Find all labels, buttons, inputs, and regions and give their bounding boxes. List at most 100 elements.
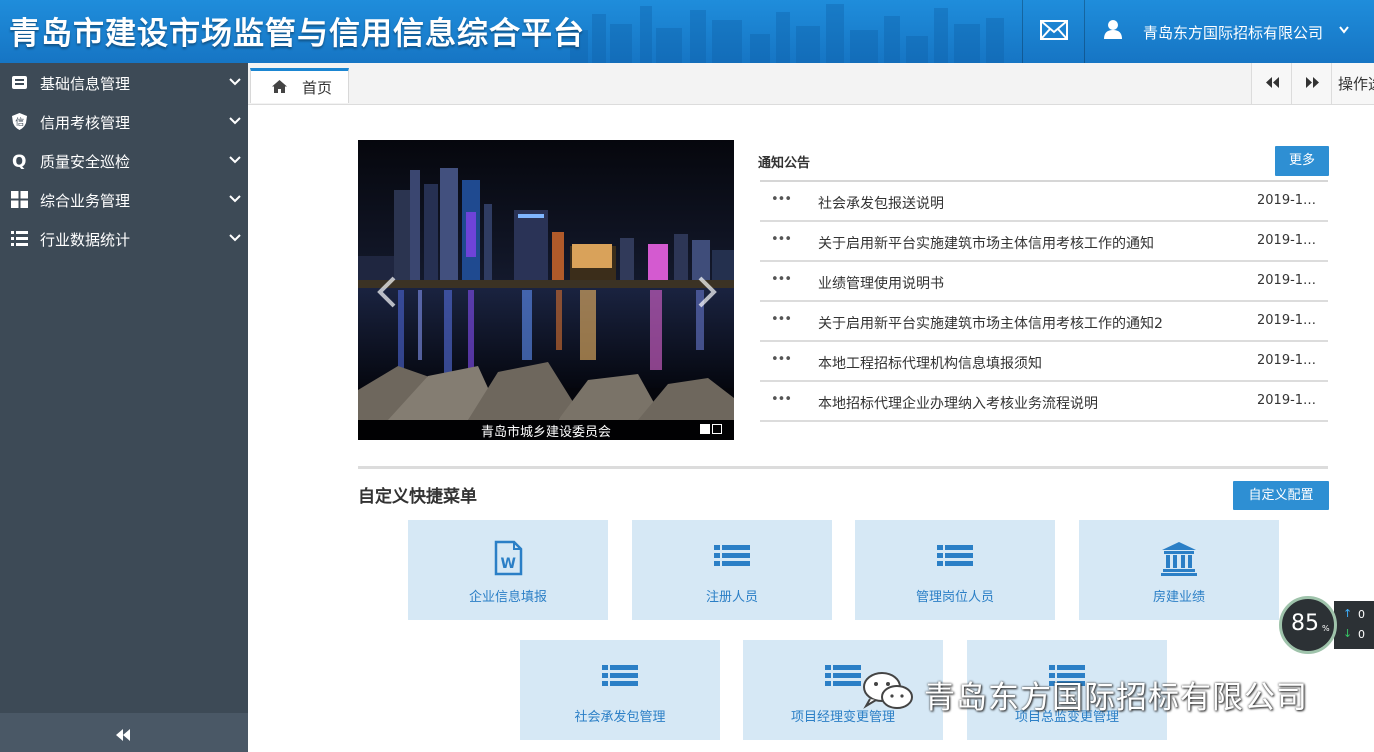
tile-label: 企业信息填报 xyxy=(468,590,547,605)
shortcut-tile-registered-staff[interactable]: 注册人员 xyxy=(632,520,832,620)
sidebar: 基础信息管理 信 信用考核管理 Q 质量安全巡检 综合业务管理 行业数据统计 xyxy=(0,63,248,752)
arrow-down-icon: ↓ xyxy=(1343,627,1353,640)
sidebar-item-label: 信用考核管理 xyxy=(40,114,131,132)
list-icon xyxy=(714,545,750,566)
shortcut-tile-management-staff[interactable]: 管理岗位人员 xyxy=(855,520,1055,620)
sidebar-item-quality[interactable]: Q 质量安全巡检 xyxy=(0,141,248,180)
chevron-down-icon xyxy=(229,195,241,203)
section-divider xyxy=(358,466,1328,469)
chevron-left-icon[interactable] xyxy=(376,275,398,309)
chevron-down-icon xyxy=(229,234,241,242)
network-speed-panel: ↑ 0 ↓ 0 xyxy=(1334,601,1374,649)
shortcut-tile-housing-performance[interactable]: 房建业绩 xyxy=(1079,520,1279,620)
notice-date: 2019-1… xyxy=(1257,273,1317,288)
tile-label: 房建业绩 xyxy=(1152,590,1205,605)
list-item[interactable]: ••• 关于启用新平台实施建筑市场主体信用考核工作的通知2 2019-1… xyxy=(760,302,1328,342)
image-carousel[interactable]: 青岛市城乡建设委员会 xyxy=(358,140,734,440)
watermark-text: 青岛东方国际招标有限公司 xyxy=(924,680,1308,716)
notice-date: 2019-1… xyxy=(1257,313,1317,328)
sidebar-item-basic-info[interactable]: 基础信息管理 xyxy=(0,63,248,102)
chevron-down-icon xyxy=(229,78,241,86)
sidebar-item-business[interactable]: 综合业务管理 xyxy=(0,180,248,219)
list-icon xyxy=(937,545,973,566)
chevron-down-icon xyxy=(229,156,241,164)
tab-home-label: 首页 xyxy=(302,79,333,97)
svg-text:信: 信 xyxy=(15,116,24,128)
notice-title[interactable]: 关于启用新平台实施建筑市场主体信用考核工作的通知2 xyxy=(818,313,1163,333)
list-icon xyxy=(602,665,638,686)
user-icon[interactable] xyxy=(1103,19,1123,39)
list-item[interactable]: ••• 本地工程招标代理机构信息填报须知 2019-1… xyxy=(760,342,1328,382)
shortcut-tile-subcontract[interactable]: 社会承发包管理 xyxy=(520,640,720,740)
dots-icon: ••• xyxy=(771,392,792,407)
notice-title[interactable]: 本地工程招标代理机构信息填报须知 xyxy=(818,353,1042,373)
chevron-down-icon[interactable] xyxy=(1339,26,1349,34)
header-divider xyxy=(1022,0,1023,63)
notice-title[interactable]: 业绩管理使用说明书 xyxy=(818,273,944,293)
carousel-caption: 青岛市城乡建设委员会 xyxy=(480,425,611,440)
bank-building-icon xyxy=(1161,542,1197,576)
sidebar-item-label: 基础信息管理 xyxy=(40,75,131,93)
sidebar-item-statistics[interactable]: 行业数据统计 xyxy=(0,219,248,258)
dots-icon: ••• xyxy=(771,312,792,327)
skyline-decoration xyxy=(570,4,1004,63)
platform-title: 青岛市建设市场监管与信用信息综合平台 xyxy=(9,16,585,52)
home-icon xyxy=(272,80,287,93)
carousel-indicator-active[interactable] xyxy=(700,424,710,434)
upload-speed: 0 xyxy=(1358,608,1365,621)
company-name[interactable]: 青岛东方国际招标有限公司 xyxy=(1143,22,1323,43)
list-item[interactable]: ••• 社会承发包报送说明 2019-1… xyxy=(760,182,1328,222)
tab-scroll-left-button[interactable] xyxy=(1251,63,1291,104)
list-item[interactable]: ••• 关于启用新平台实施建筑市场主体信用考核工作的通知 2019-1… xyxy=(760,222,1328,262)
more-button[interactable]: 更多 xyxy=(1275,146,1329,176)
notice-title[interactable]: 社会承发包报送说明 xyxy=(818,193,944,213)
backward-icon xyxy=(1266,77,1279,88)
notice-section-title: 通知公告 xyxy=(758,156,811,171)
tab-operations-label[interactable]: 操作选 xyxy=(1338,73,1374,94)
wechat-watermark: 青岛东方国际招标有限公司 xyxy=(860,668,1340,716)
svg-text:Q: Q xyxy=(12,152,26,169)
gauge-unit: % xyxy=(1322,624,1330,633)
download-speed: 0 xyxy=(1358,628,1365,641)
forward-icon xyxy=(1306,77,1319,88)
tab-scroll-right-button[interactable] xyxy=(1291,63,1331,104)
city-night-photo xyxy=(358,140,734,420)
mail-icon[interactable] xyxy=(1040,20,1068,40)
tab-bar xyxy=(248,63,1374,105)
word-doc-icon: W xyxy=(494,540,523,576)
notice-date: 2019-1… xyxy=(1257,353,1317,368)
notice-date: 2019-1… xyxy=(1257,233,1317,248)
card-icon xyxy=(12,76,27,89)
list-icon xyxy=(11,231,28,246)
tile-label: 社会承发包管理 xyxy=(574,710,666,725)
customize-config-button[interactable]: 自定义配置 xyxy=(1233,481,1329,510)
notice-title[interactable]: 本地招标代理企业办理纳入考核业务流程说明 xyxy=(818,393,1098,413)
wechat-logo-icon xyxy=(863,672,913,709)
grid-icon xyxy=(11,191,28,208)
chevron-right-icon[interactable] xyxy=(696,275,718,309)
gauge-value: 85 xyxy=(1291,611,1319,636)
top-header: 青岛市建设市场监管与信用信息综合平台 青岛东方国际招标有限公司 xyxy=(0,0,1374,63)
sidebar-item-label: 质量安全巡检 xyxy=(40,153,131,171)
list-icon xyxy=(825,665,861,686)
carousel-indicator[interactable] xyxy=(712,424,722,434)
dots-icon: ••• xyxy=(771,272,792,287)
notice-title[interactable]: 关于启用新平台实施建筑市场主体信用考核工作的通知 xyxy=(818,233,1154,253)
shortcut-section-title: 自定义快捷菜单 xyxy=(358,487,477,507)
shortcut-tile-company-info[interactable]: W 企业信息填报 xyxy=(408,520,608,620)
double-chevron-left-icon[interactable] xyxy=(116,729,130,741)
sidebar-item-credit[interactable]: 信 信用考核管理 xyxy=(0,102,248,141)
header-divider xyxy=(1084,0,1085,63)
notice-date: 2019-1… xyxy=(1257,193,1317,208)
dots-icon: ••• xyxy=(771,192,792,207)
list-item[interactable]: ••• 本地招标代理企业办理纳入考核业务流程说明 2019-1… xyxy=(760,382,1328,422)
sidebar-item-label: 综合业务管理 xyxy=(40,192,131,210)
list-item[interactable]: ••• 业绩管理使用说明书 2019-1… xyxy=(760,262,1328,302)
svg-text:W: W xyxy=(501,556,516,572)
tab-home[interactable]: 首页 xyxy=(250,68,349,103)
shield-icon: 信 xyxy=(12,113,27,130)
memory-usage-gauge[interactable]: 85 % xyxy=(1279,596,1337,654)
q-icon: Q xyxy=(12,152,26,169)
sidebar-item-label: 行业数据统计 xyxy=(40,231,131,249)
chevron-down-icon xyxy=(229,117,241,125)
